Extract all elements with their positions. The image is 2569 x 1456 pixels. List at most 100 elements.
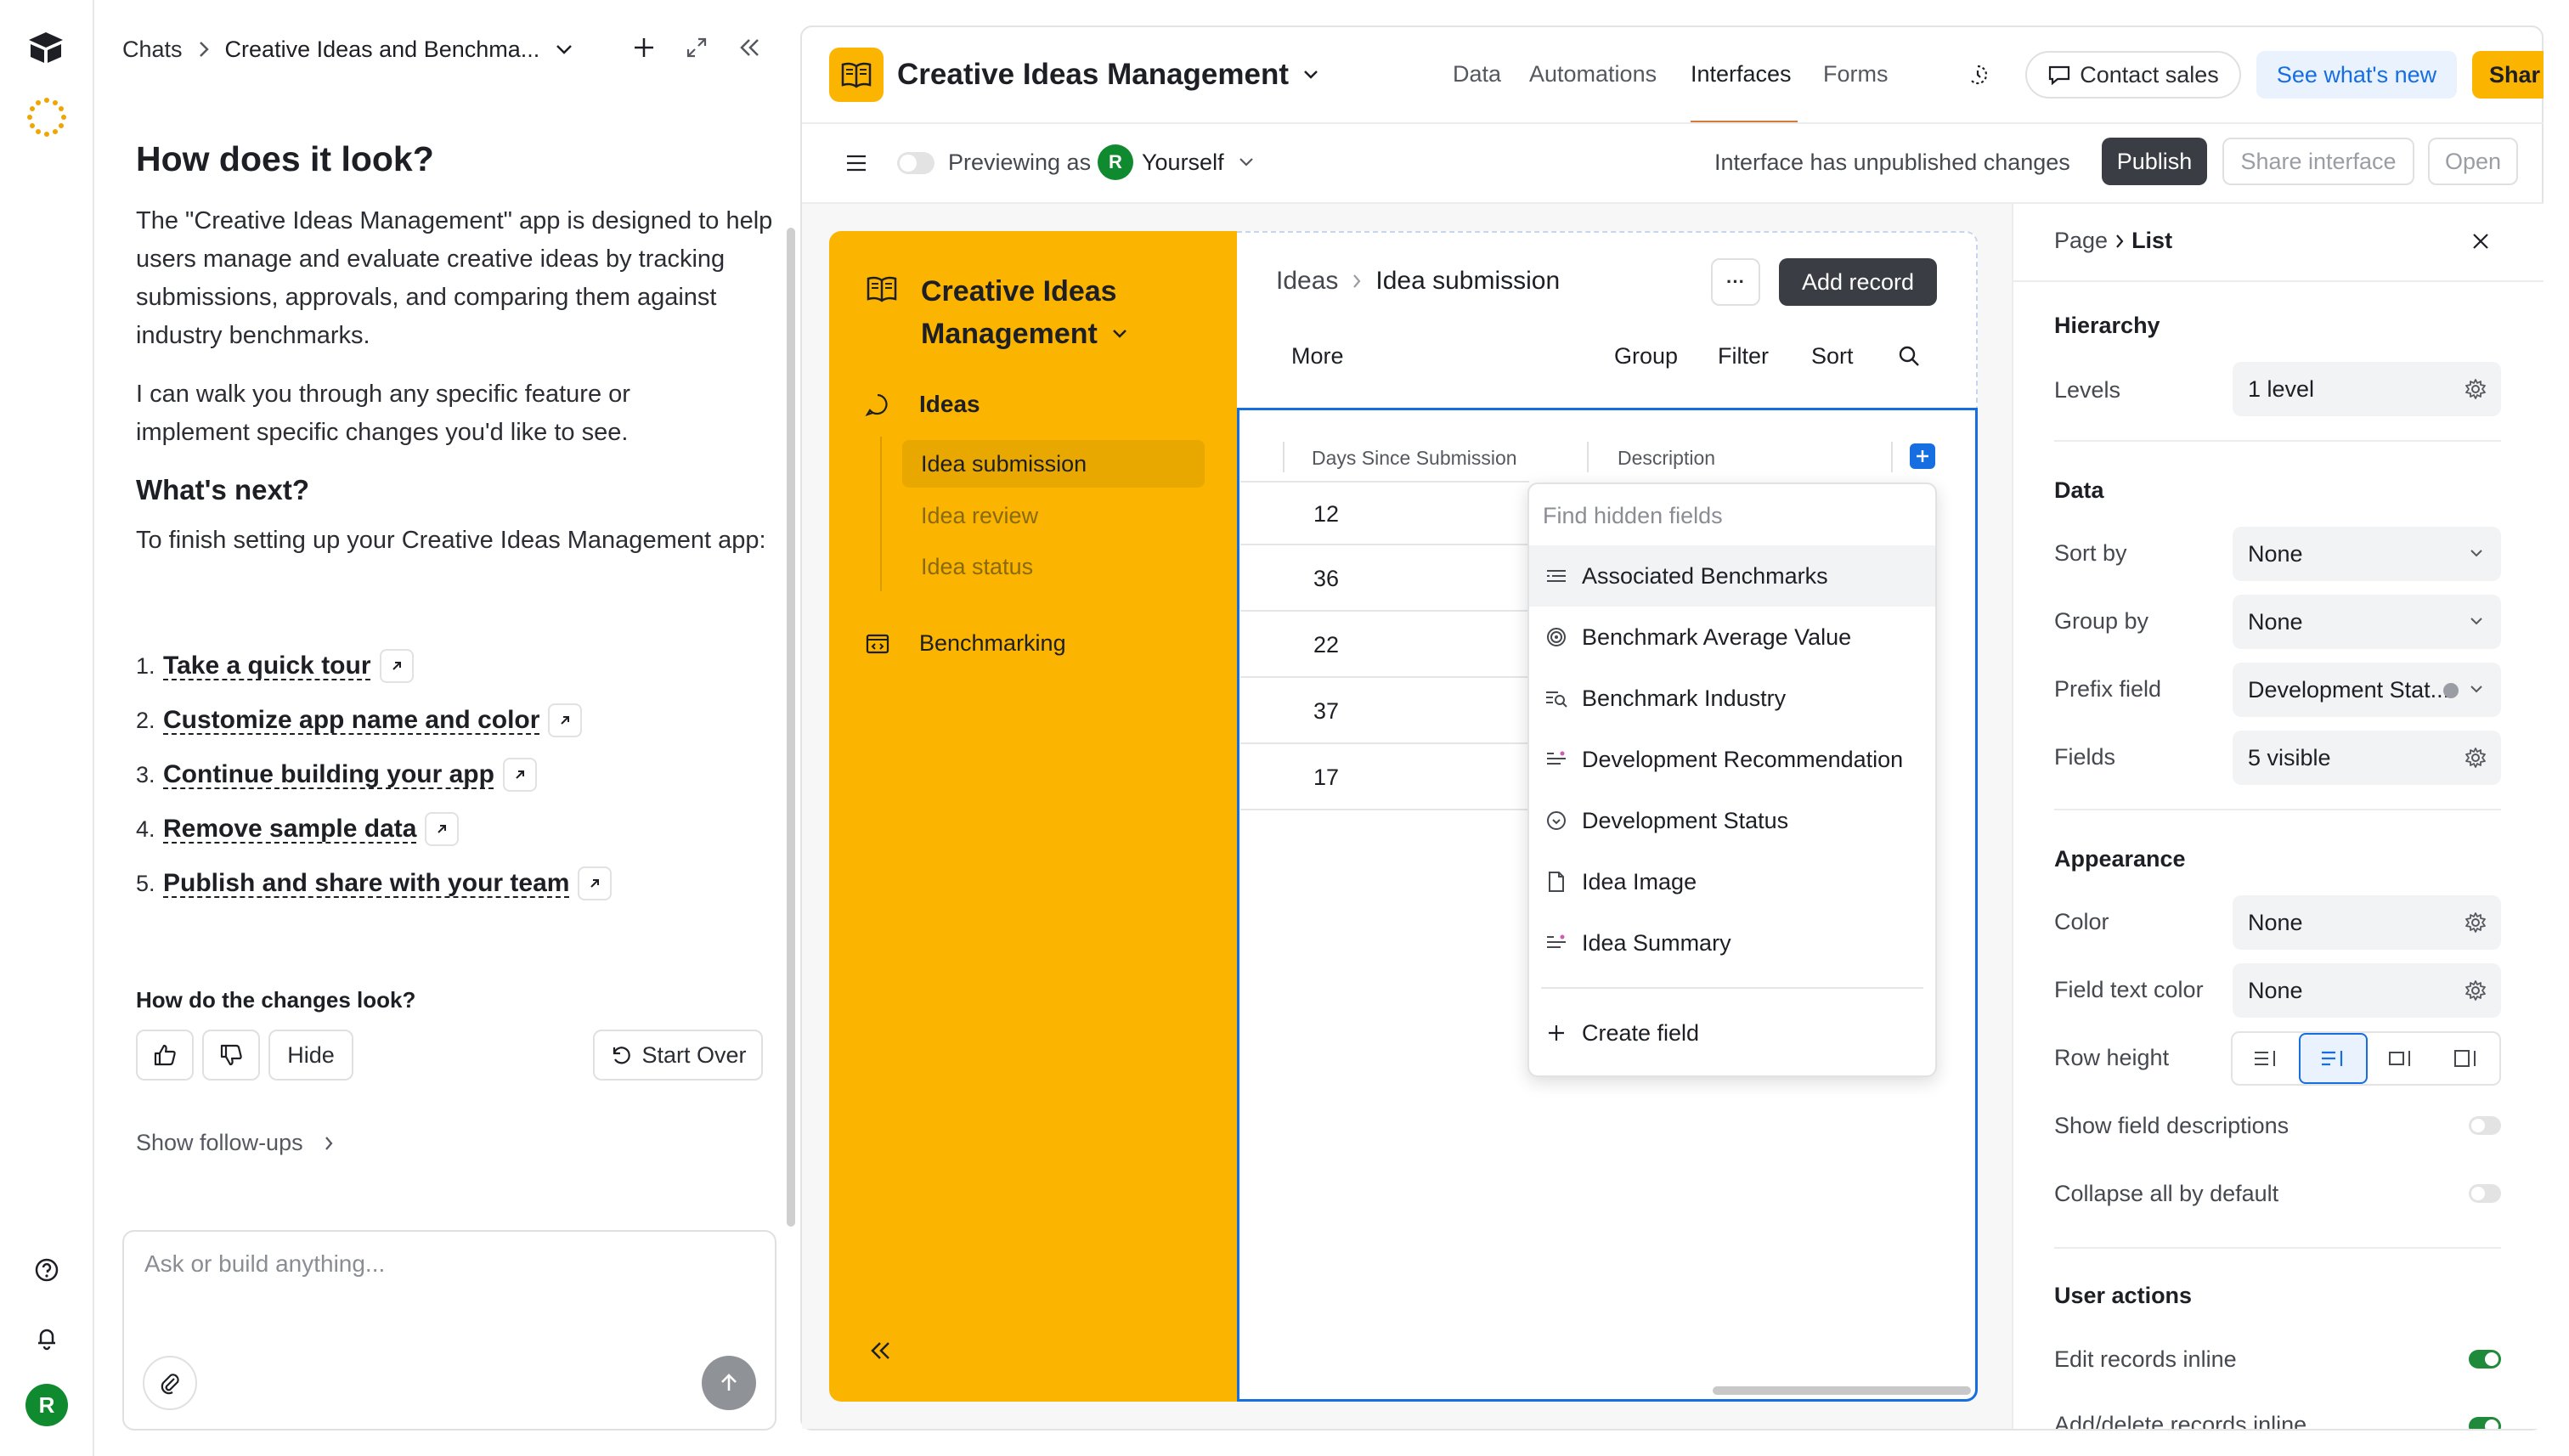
collapse-sidebar-icon[interactable] <box>865 1335 895 1366</box>
chevron-down-icon[interactable] <box>555 43 573 55</box>
hidden-field-associated-benchmarks[interactable]: Associated Benchmarks <box>1529 545 1935 607</box>
chat-scrollbar[interactable] <box>787 228 795 1227</box>
send-button[interactable] <box>702 1356 756 1410</box>
preview-toggle[interactable] <box>897 152 934 174</box>
chat-title[interactable]: Creative Ideas and Benchma... <box>225 37 540 63</box>
crumb-page[interactable]: Page <box>2054 228 2108 254</box>
chat-input-box[interactable]: Ask or build anything... <box>122 1230 776 1431</box>
gear-icon[interactable] <box>2464 746 2487 770</box>
fields-selector[interactable]: 5 visible <box>2233 731 2501 785</box>
contact-sales-button[interactable]: Contact sales <box>2025 51 2241 99</box>
step-link-publish-share[interactable]: Publish and share with your team <box>163 869 569 898</box>
add-record-button[interactable]: Add record <box>1779 258 1937 306</box>
menu-hamburger-icon[interactable] <box>841 148 872 178</box>
new-chat-plus-icon[interactable] <box>627 31 661 65</box>
gear-icon[interactable] <box>2464 979 2487 1002</box>
external-link-icon[interactable] <box>502 758 537 792</box>
tab-data[interactable]: Data <box>1453 61 1501 87</box>
table-row[interactable]: 22 <box>1313 632 1339 658</box>
thumbs-up-button[interactable] <box>136 1030 194 1081</box>
attach-button[interactable] <box>143 1356 197 1410</box>
step-link-remove-sample[interactable]: Remove sample data <box>163 815 416 844</box>
app-icon[interactable] <box>829 48 884 102</box>
show-followups-link[interactable]: Show follow-ups <box>136 1130 334 1156</box>
table-row[interactable]: 36 <box>1313 566 1339 592</box>
breadcrumb-ideas[interactable]: Ideas <box>1276 267 1338 296</box>
table-row[interactable]: 37 <box>1313 698 1339 725</box>
hidden-field-development-status[interactable]: Development Status <box>1529 790 1935 851</box>
add-field-plus-button[interactable] <box>1910 443 1935 469</box>
notifications-bell-icon[interactable] <box>32 1323 61 1352</box>
sidebar-item-idea-status[interactable]: Idea status <box>921 554 1033 580</box>
sidebar-section-ideas[interactable]: Ideas <box>865 391 980 418</box>
row-height-short-icon[interactable] <box>2233 1033 2299 1084</box>
sidebar-item-idea-submission[interactable]: Idea submission <box>902 440 1205 488</box>
account-avatar[interactable]: R <box>25 1384 68 1426</box>
horizontal-scrollbar[interactable] <box>1713 1386 1971 1395</box>
group-by-select[interactable]: None <box>2233 595 2501 649</box>
show-field-descriptions-toggle[interactable] <box>2469 1116 2501 1135</box>
gear-icon[interactable] <box>2464 377 2487 401</box>
hidden-field-idea-summary[interactable]: Idea Summary <box>1529 912 1935 973</box>
publish-button[interactable]: Publish <box>2102 138 2207 185</box>
column-header-description[interactable]: Description <box>1618 447 1715 470</box>
row-height-tall-icon[interactable] <box>2368 1033 2434 1084</box>
close-icon[interactable] <box>2465 226 2496 257</box>
omni-ai-icon[interactable] <box>25 96 68 138</box>
color-field[interactable]: None <box>2233 895 2501 950</box>
gear-icon[interactable] <box>2464 911 2487 934</box>
sidebar-section-benchmarking[interactable]: Benchmarking <box>865 630 1066 657</box>
hide-button[interactable]: Hide <box>268 1030 353 1081</box>
more-actions-button[interactable]: ··· <box>1711 258 1760 306</box>
breadcrumb-chats-link[interactable]: Chats <box>122 37 183 63</box>
preview-user-selector[interactable]: R Yourself <box>1098 144 1255 180</box>
history-icon[interactable] <box>1962 59 1993 90</box>
field-text-color-field[interactable]: None <box>2233 963 2501 1018</box>
sidebar-item-idea-review[interactable]: Idea review <box>921 503 1038 529</box>
see-whats-new-button[interactable]: See what's new <box>2256 51 2457 99</box>
thumbs-down-button[interactable] <box>202 1030 260 1081</box>
external-link-icon[interactable] <box>578 866 613 900</box>
levels-field[interactable]: 1 level <box>2233 362 2501 416</box>
home-logo-icon[interactable] <box>25 27 66 68</box>
collapse-all-toggle[interactable] <box>2469 1184 2501 1203</box>
hidden-field-development-recommendation[interactable]: Development Recommendation <box>1529 729 1935 790</box>
sort-by-select[interactable]: None <box>2233 527 2501 581</box>
search-icon[interactable] <box>1893 340 1925 372</box>
edit-records-inline-toggle[interactable] <box>2469 1350 2501 1369</box>
start-over-button[interactable]: Start Over <box>593 1030 763 1081</box>
clear-icon[interactable] <box>2443 683 2459 698</box>
tab-interfaces[interactable]: Interfaces <box>1691 61 1792 87</box>
column-header-days[interactable]: Days Since Submission <box>1312 447 1517 470</box>
help-icon[interactable] <box>32 1256 61 1284</box>
hidden-field-benchmark-industry[interactable]: Benchmark Industry <box>1529 668 1935 729</box>
sort-button[interactable]: Sort <box>1811 343 1854 370</box>
add-delete-records-toggle[interactable] <box>2469 1417 2501 1429</box>
external-link-icon[interactable] <box>425 812 460 846</box>
collapse-panel-icon[interactable] <box>732 31 766 65</box>
find-hidden-fields-input[interactable]: Find hidden fields <box>1543 503 1723 529</box>
row-height-medium-icon[interactable] <box>2298 1033 2368 1084</box>
step-link-quick-tour[interactable]: Take a quick tour <box>163 652 371 680</box>
table-row[interactable]: 12 <box>1313 501 1339 528</box>
share-button[interactable]: Shar <box>2472 51 2544 99</box>
more-button[interactable]: More <box>1291 343 1344 370</box>
share-interface-button[interactable]: Share interface <box>2222 138 2414 185</box>
tab-forms[interactable]: Forms <box>1823 61 1889 87</box>
step-link-continue-building[interactable]: Continue building your app <box>163 760 494 789</box>
external-link-icon[interactable] <box>548 703 583 737</box>
filter-button[interactable]: Filter <box>1718 343 1769 370</box>
tab-automations[interactable]: Automations <box>1529 61 1657 87</box>
app-title[interactable]: Creative Ideas Management <box>897 58 1319 92</box>
prefix-field-select[interactable]: Development Stat... <box>2233 663 2501 717</box>
external-link-icon[interactable] <box>379 649 414 683</box>
expand-icon[interactable] <box>680 31 714 65</box>
step-link-customize[interactable]: Customize app name and color <box>163 706 539 735</box>
create-field-button[interactable]: Create field <box>1529 1002 1935 1064</box>
row-height-extra-tall-icon[interactable] <box>2434 1033 2500 1084</box>
open-button[interactable]: Open <box>2428 138 2518 185</box>
hidden-field-idea-image[interactable]: Idea Image <box>1529 851 1935 912</box>
group-button[interactable]: Group <box>1614 343 1678 370</box>
table-row[interactable]: 17 <box>1313 765 1339 791</box>
hidden-field-benchmark-average[interactable]: Benchmark Average Value <box>1529 607 1935 668</box>
